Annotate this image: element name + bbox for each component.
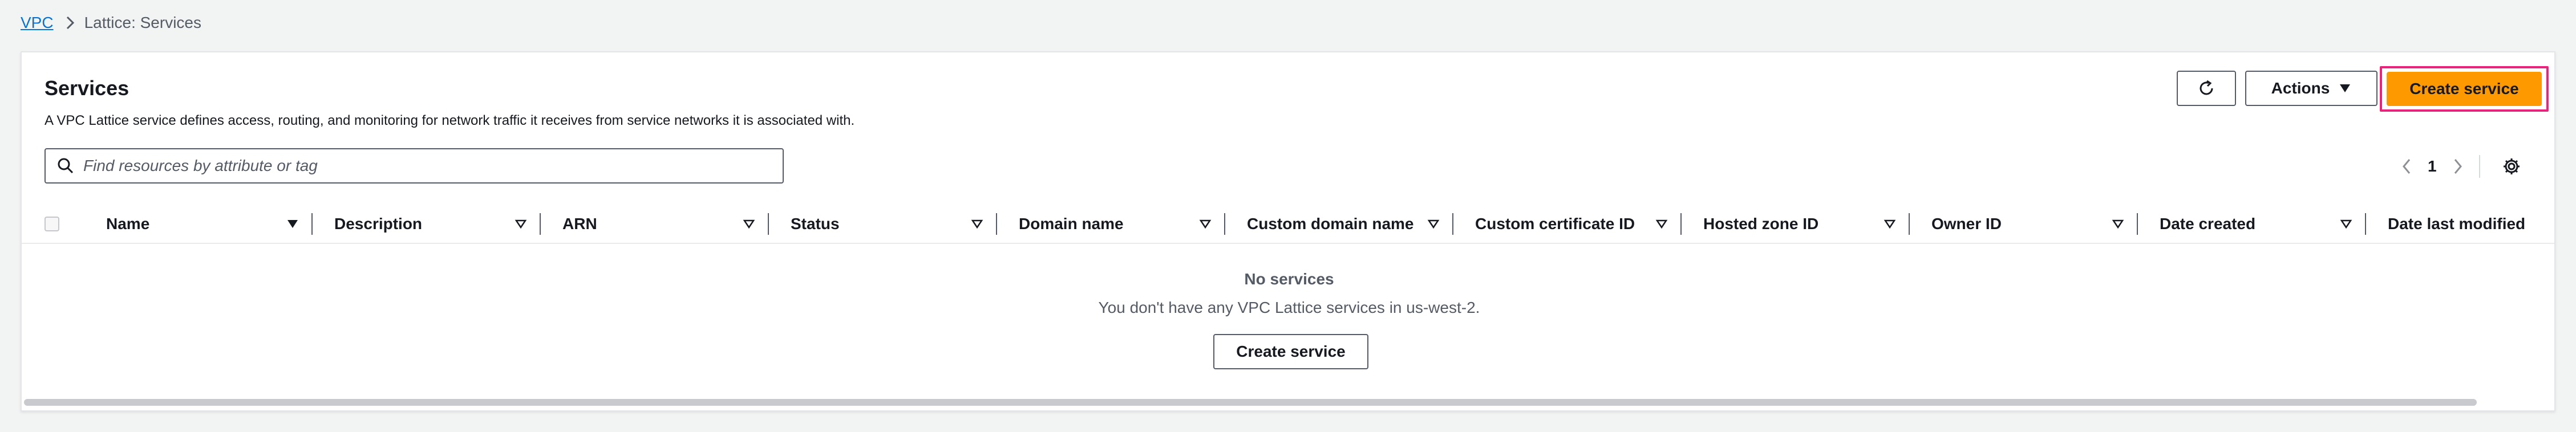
sort-down-icon[interactable] (2112, 219, 2124, 229)
chevron-right-icon (65, 15, 75, 31)
actions-button-label: Actions (2271, 79, 2330, 97)
column-resizer[interactable] (768, 213, 769, 235)
breadcrumb-current: Lattice: Services (84, 14, 201, 31)
column-header-label: Status (791, 215, 840, 233)
column-header-label: ARN (562, 215, 597, 233)
panel-title: Services (44, 76, 129, 100)
sort-down-icon[interactable] (515, 219, 527, 229)
column-resizer[interactable] (996, 213, 997, 235)
search-box[interactable] (44, 148, 784, 184)
column-resizer[interactable] (540, 213, 541, 235)
column-resizer[interactable] (1224, 213, 1225, 235)
column-header-custom-domain-name[interactable]: Custom domain name (1247, 205, 1475, 243)
column-header-owner-id[interactable]: Owner ID (1931, 205, 2160, 243)
sort-down-icon[interactable] (1199, 219, 1212, 229)
sort-down-icon[interactable] (1427, 219, 1440, 229)
sort-down-filled-icon[interactable] (286, 219, 299, 229)
horizontal-scrollbar[interactable] (24, 399, 2477, 406)
current-page[interactable]: 1 (2428, 157, 2437, 176)
column-header-label: Owner ID (1931, 215, 2002, 233)
select-all-checkbox[interactable] (44, 217, 59, 231)
column-header-label: Date last modified (2388, 215, 2526, 233)
caret-down-icon (2339, 83, 2351, 93)
column-resizer[interactable] (1452, 213, 1453, 235)
column-resizer[interactable] (2365, 213, 2366, 235)
column-header-domain-name[interactable]: Domain name (1019, 205, 1247, 243)
pagination: 1 (2401, 154, 2521, 179)
column-header-hosted-zone-id[interactable]: Hosted zone ID (1703, 205, 1931, 243)
breadcrumb: VPC Lattice: Services (21, 11, 201, 34)
column-header-label: Domain name (1019, 215, 1124, 233)
chevron-left-icon[interactable] (2401, 157, 2412, 176)
gear-icon[interactable] (2502, 157, 2521, 176)
column-resizer[interactable] (1909, 213, 1910, 235)
create-service-highlight: Create service (2380, 66, 2549, 112)
sort-down-icon[interactable] (2340, 219, 2352, 229)
column-resizer[interactable] (311, 213, 313, 235)
create-service-button[interactable]: Create service (2387, 72, 2542, 106)
sort-down-icon[interactable] (971, 219, 983, 229)
column-header-arn[interactable]: ARN (562, 205, 791, 243)
sort-down-icon[interactable] (1884, 219, 1896, 229)
empty-state-message: You don't have any VPC Lattice services … (1098, 299, 1480, 316)
column-header-label: Date created (2160, 215, 2256, 233)
column-header-label: Custom certificate ID (1475, 215, 1635, 233)
services-panel: Services A VPC Lattice service defines a… (21, 51, 2555, 411)
column-resizer[interactable] (2137, 213, 2138, 235)
column-resizer[interactable] (1680, 213, 1682, 235)
refresh-icon (2197, 79, 2216, 98)
chevron-right-icon[interactable] (2453, 157, 2463, 176)
column-header-label: Custom domain name (1247, 215, 1414, 233)
column-header-label: Name (106, 215, 150, 233)
pager-divider (2478, 155, 2480, 178)
column-header-date-created[interactable]: Date created (2160, 205, 2388, 243)
column-header-label: Description (334, 215, 423, 233)
search-input[interactable] (82, 156, 758, 176)
actions-button[interactable]: Actions (2245, 71, 2377, 106)
panel-description: A VPC Lattice service defines access, ro… (44, 113, 855, 128)
empty-state-title: No services (1244, 270, 1334, 288)
column-header-custom-certificate-id[interactable]: Custom certificate ID (1475, 205, 1703, 243)
breadcrumb-vpc-link[interactable]: VPC (21, 14, 54, 32)
column-header-status[interactable]: Status (791, 205, 1019, 243)
search-icon (57, 157, 74, 174)
refresh-button[interactable] (2177, 71, 2236, 106)
column-header-label: Hosted zone ID (1703, 215, 1819, 233)
empty-create-service-button[interactable]: Create service (1213, 334, 1368, 369)
column-header-description[interactable]: Description (334, 205, 562, 243)
column-header-date-last-modified[interactable]: Date last modified (2388, 205, 2554, 243)
column-header-name[interactable]: Name (106, 205, 334, 243)
table-header: Name Description ARN Status Domain name Custo… (22, 205, 2554, 244)
sort-down-icon[interactable] (1655, 219, 1668, 229)
sort-down-icon[interactable] (743, 219, 755, 229)
